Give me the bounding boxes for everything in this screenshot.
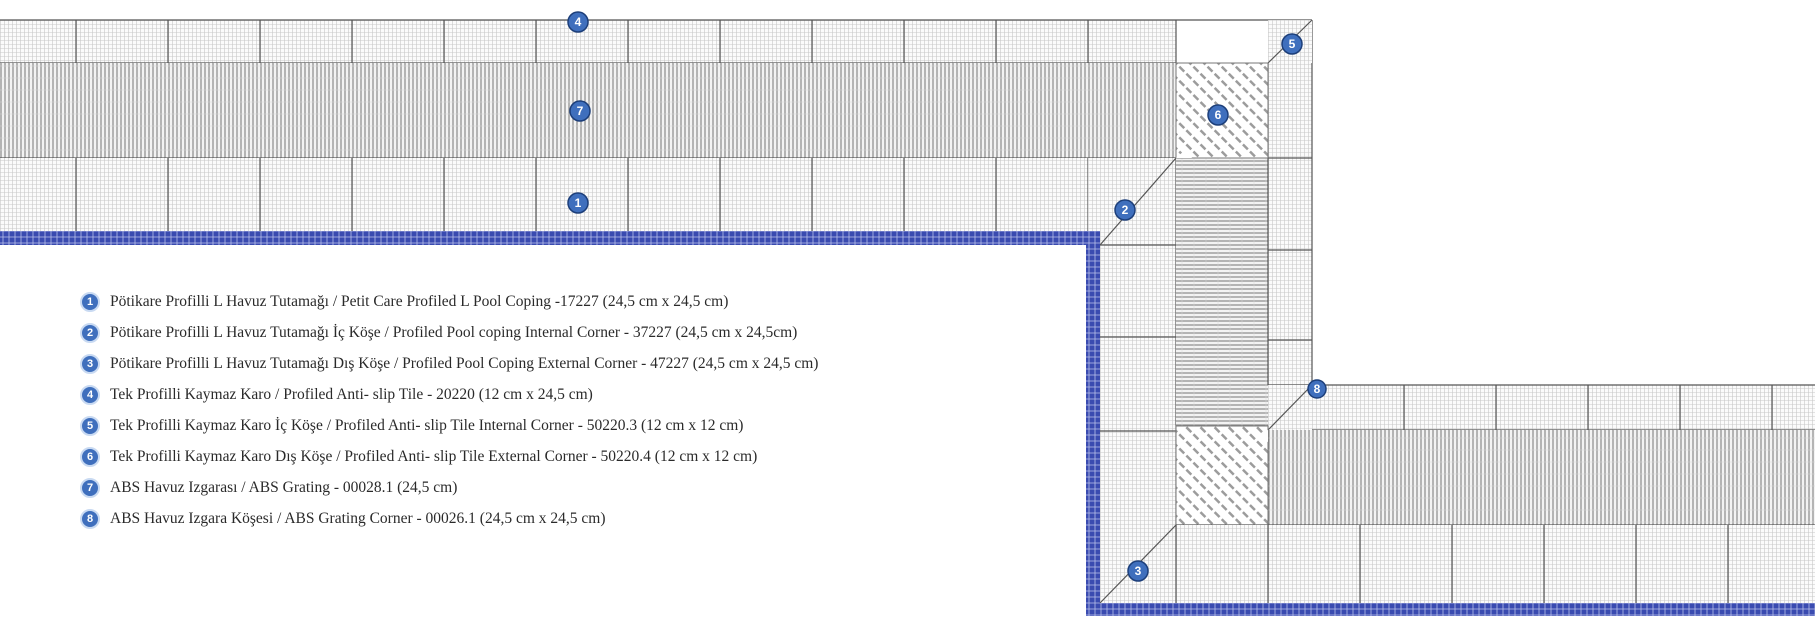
legend-item-1: 1 Pötikare Profilli L Havuz Tutamağı / Pe… (80, 286, 818, 317)
legend-item-5: 5 Tek Profilli Kaymaz Karo İç Köşe / Prof… (80, 410, 818, 441)
marker-2: 2 (1114, 199, 1136, 221)
svg-text:1: 1 (575, 196, 582, 210)
legend-item-2: 2 Pötikare Profilli L Havuz Tutamağı İç K… (80, 317, 818, 348)
marker-6: 6 (1207, 104, 1229, 126)
marker-8: 8 (1307, 379, 1327, 399)
legend-number-badge: 7 (80, 477, 100, 498)
pool-edge-band-left (1086, 231, 1100, 616)
legend-number-badge: 1 (80, 291, 100, 312)
legend-text: Pötikare Profilli L Havuz Tutamağı İç Kö… (110, 323, 798, 341)
pool-edge-band-top (0, 231, 1100, 245)
legend-number-badge: 4 (80, 384, 100, 405)
legend-item-7: 7 ABS Havuz Izgarası / ABS Grating - 0002… (80, 472, 818, 503)
coping-internal-corner (1088, 158, 1176, 245)
legend-text: Tek Profilli Kaymaz Karo Dış Köşe / Prof… (110, 447, 758, 465)
marker-3: 3 (1127, 560, 1149, 582)
coping-row-top (0, 158, 1176, 231)
legend-text: ABS Havuz Izgarası / ABS Grating - 00028… (110, 478, 458, 496)
legend: 1 Pötikare Profilli L Havuz Tutamağı / Pe… (80, 286, 818, 534)
legend-item-4: 4 Tek Profilli Kaymaz Karo / Profiled Ant… (80, 379, 818, 410)
coping-row-bottom (1100, 525, 1815, 603)
grating-column (1176, 158, 1268, 426)
svg-text:6: 6 (1215, 108, 1222, 122)
svg-text:8: 8 (1314, 382, 1321, 396)
marker-4: 4 (567, 11, 589, 33)
legend-item-3: 3 Pötikare Profilli L Havuz Tutamağı Dış … (80, 348, 818, 379)
svg-text:3: 3 (1135, 564, 1142, 578)
grating-corner-bottom (1175, 425, 1269, 526)
legend-number-badge: 5 (80, 415, 100, 436)
legend-text: Tek Profilli Kaymaz Karo İç Köşe / Profi… (110, 416, 744, 434)
legend-item-8: 8 ABS Havuz Izgara Köşesi / ABS Grating C… (80, 503, 818, 534)
anti-slip-tile-column (1268, 63, 1312, 385)
legend-number-badge: 2 (80, 322, 100, 343)
svg-text:7: 7 (577, 104, 584, 118)
marker-1: 1 (567, 192, 589, 214)
legend-text: Tek Profilli Kaymaz Karo / Profiled Anti… (110, 385, 593, 403)
legend-text: ABS Havuz Izgara Köşesi / ABS Grating Co… (110, 509, 606, 527)
pool-edge-band-bottom (1086, 603, 1815, 616)
marker-5: 5 (1281, 33, 1303, 55)
coping-column (1100, 245, 1176, 525)
marker-7: 7 (569, 100, 591, 122)
anti-slip-tile-row-bottom (1312, 385, 1815, 430)
legend-text: Pötikare Profilli L Havuz Tutamağı / Pet… (110, 292, 729, 310)
svg-text:4: 4 (575, 15, 582, 29)
svg-text:5: 5 (1289, 37, 1296, 51)
legend-number-badge: 6 (80, 446, 100, 467)
legend-number-badge: 3 (80, 353, 100, 374)
anti-slip-tile-row-top (0, 20, 1176, 63)
grating-row-bottom (1268, 430, 1815, 525)
svg-text:2: 2 (1122, 203, 1129, 217)
legend-text: Pötikare Profilli L Havuz Tutamağı Dış K… (110, 354, 819, 372)
legend-item-6: 6 Tek Profilli Kaymaz Karo Dış Köşe / Pro… (80, 441, 818, 472)
legend-number-badge: 8 (80, 508, 100, 529)
